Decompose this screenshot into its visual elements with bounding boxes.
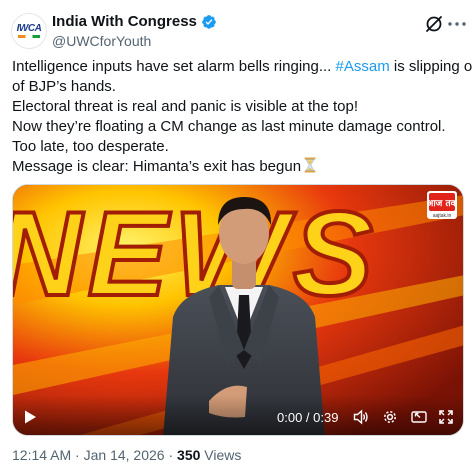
hourglass-icon (304, 157, 316, 173)
channel-logo-text: आज तक (427, 199, 457, 209)
tweet-line-text: is slipping out (393, 58, 473, 75)
more-options-icon[interactable] (447, 14, 467, 34)
tweet-line-text: Intelligence inputs have set alarm bells… (12, 58, 336, 75)
author-display-name[interactable]: India With Congress (52, 13, 197, 30)
tweet-line-text: Message is clear: Himanta’s exit has beg… (12, 158, 302, 175)
tweet-line: Too late, too desperate. (12, 138, 169, 155)
avatar-logo-text: IWCA (16, 23, 42, 34)
tweet-line: Message is clear: Himanta’s exit has beg… (12, 157, 464, 177)
play-icon[interactable] (22, 409, 38, 425)
picture-in-picture-icon[interactable] (411, 409, 427, 425)
tweet-line: Now they’re floating a CM change as last… (12, 118, 446, 135)
avatar[interactable]: IWCA (11, 13, 47, 49)
hashtag-link[interactable]: #Assam (336, 58, 390, 75)
tweet-card: IWCA India With Congress @UWCforYouth In… (0, 0, 473, 465)
volume-icon[interactable] (353, 409, 369, 425)
tweet-meta: 12:14 AM · Jan 14, 2026 · 350 Views (12, 447, 241, 463)
meta-separator: · (71, 447, 84, 463)
tweet-line: Electoral threat is real and panic is vi… (12, 98, 359, 115)
views-count: 350 (177, 447, 201, 463)
post-date[interactable]: Jan 14, 2026 (84, 447, 165, 463)
meta-separator: · (164, 447, 178, 463)
views-label: Views (200, 447, 242, 463)
fullscreen-icon[interactable] (438, 409, 454, 425)
settings-gear-icon[interactable] (382, 409, 398, 425)
video-time: 0:00 / 0:39 (277, 410, 339, 425)
avatar-flag-stripe (18, 35, 40, 38)
video-controls: 0:00 / 0:39 (13, 395, 463, 435)
verified-badge-icon (202, 14, 216, 29)
grok-icon[interactable] (424, 14, 444, 34)
author-handle[interactable]: @UWCforYouth (52, 33, 151, 49)
tweet-line: of BJP’s hands. (12, 78, 116, 95)
tweet-text: Intelligence inputs have set alarm bells… (12, 57, 473, 177)
video-player[interactable]: NEWS आज तक aajtak.in 0:00 / 0:39 (12, 184, 464, 436)
post-time[interactable]: 12:14 AM (12, 447, 71, 463)
tweet-line: Intelligence inputs have set alarm bells… (12, 57, 473, 77)
author-name-row: India With Congress (52, 13, 217, 30)
channel-logo-subtext: aajtak.in (433, 213, 452, 219)
channel-logo: आज तक aajtak.in (427, 191, 457, 219)
